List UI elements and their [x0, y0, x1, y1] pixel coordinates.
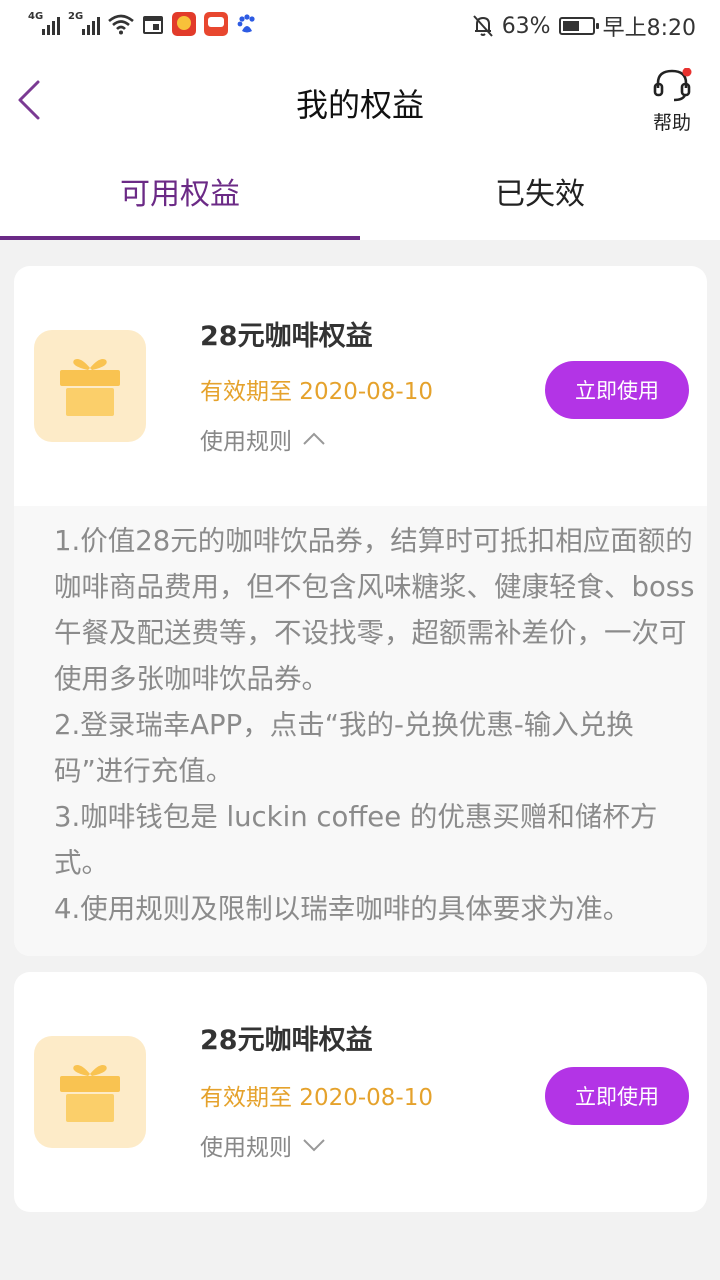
rules-toggle[interactable]: 使用规则: [200, 422, 326, 456]
tab-available[interactable]: 可用权益: [0, 150, 360, 240]
card-title: 28元咖啡权益: [200, 1025, 373, 1056]
benefit-card: 28元咖啡权益 有效期至 2020-08-10 使用规则 立即使用: [14, 972, 707, 1212]
help-label: 帮助: [652, 112, 691, 134]
gift-icon: [34, 330, 146, 442]
app-notification-icon: [172, 12, 196, 36]
rules-content: 1.价值28元的咖啡饮品券，结算时可抵扣相应面额的咖啡商品费用，但不包含风味糖浆…: [14, 506, 707, 956]
chevron-up-icon: [303, 432, 325, 445]
use-now-button[interactable]: 立即使用: [545, 361, 689, 419]
rule-text: 3.咖啡钱包是 luckin coffee 的优惠买赠和储杯方式。: [54, 801, 658, 879]
use-now-button[interactable]: 立即使用: [545, 1067, 689, 1125]
headset-icon: [653, 67, 692, 102]
card-title: 28元咖啡权益: [200, 321, 373, 352]
cellular-signal-icon: 4G: [28, 11, 60, 35]
card-expiry: 有效期至 2020-08-10: [200, 1085, 433, 1111]
cellular-signal-2-icon: 2G: [68, 11, 100, 35]
app-header: 我的权益 帮助: [0, 50, 720, 150]
gift-icon: [34, 1036, 146, 1148]
calendar-icon: [143, 16, 163, 34]
baidu-paw-icon: [237, 14, 255, 33]
benefit-card: 28元咖啡权益 有效期至 2020-08-10 使用规则 立即使用 1.价值28…: [14, 266, 707, 956]
chevron-down-icon: [303, 1139, 325, 1152]
rules-toggle[interactable]: 使用规则: [200, 1128, 326, 1162]
battery-icon: [558, 17, 599, 35]
battery-percent: 63%: [501, 13, 551, 39]
tab-expired[interactable]: 已失效: [360, 150, 720, 240]
page-title: 我的权益: [295, 86, 424, 124]
rules-toggle-label: 使用规则: [200, 429, 292, 455]
app-notification-2-icon: [204, 12, 228, 36]
card-expiry: 有效期至 2020-08-10: [200, 379, 433, 405]
rules-toggle-label: 使用规则: [200, 1135, 292, 1161]
rule-text: 2.登录瑞幸APP，点击“我的-兑换优惠-输入兑换码”进行充值。: [54, 709, 634, 787]
rule-text: 4.使用规则及限制以瑞幸咖啡的具体要求为准。: [54, 893, 631, 925]
rule-text: 1.价值28元的咖啡饮品券，结算时可抵扣相应面额的咖啡商品费用，但不包含风味糖浆…: [54, 525, 695, 695]
wifi-icon: [108, 14, 134, 35]
mute-bell-icon: [472, 15, 493, 37]
tab-bar: 可用权益 已失效: [0, 150, 720, 240]
status-bar: 4G 2G 63% 早上8:20: [0, 0, 720, 50]
help-button[interactable]: 帮助: [650, 67, 694, 135]
clock: 早上8:20: [602, 16, 696, 41]
